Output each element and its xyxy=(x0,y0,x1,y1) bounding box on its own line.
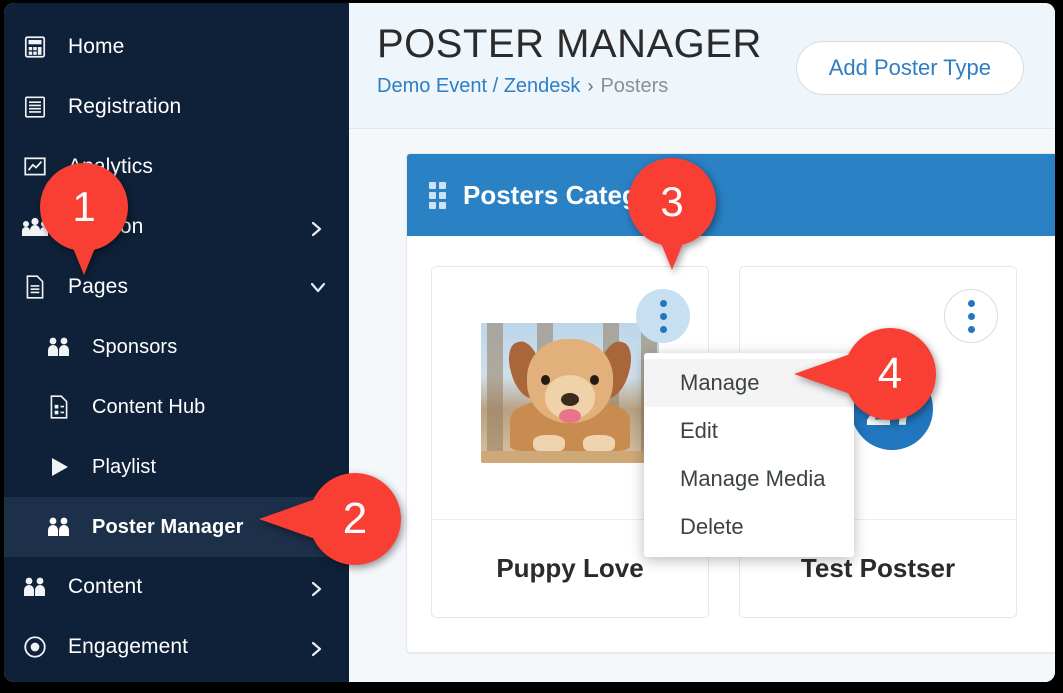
content-doc-icon xyxy=(42,392,76,422)
drag-grip-icon[interactable] xyxy=(429,182,447,209)
play-triangle-icon xyxy=(42,452,76,482)
callout-number: 3 xyxy=(660,178,684,225)
target-circle-icon xyxy=(18,632,52,662)
two-people-icon xyxy=(42,332,76,362)
sidebar-item-label: Content xyxy=(68,575,143,598)
sidebar-item-label: Engagement xyxy=(68,635,189,658)
breadcrumb-current: Posters xyxy=(600,75,669,97)
chevron-right-icon xyxy=(309,640,323,657)
sidebar-item-registration[interactable]: Registration xyxy=(4,77,349,137)
menu-item-manage-media[interactable]: Manage Media xyxy=(644,455,854,503)
sidebar-item-label: Home xyxy=(68,35,125,58)
chevron-right-icon xyxy=(309,220,323,237)
sidebar-item-label: Playlist xyxy=(92,455,157,478)
callout-pin-2: 2 xyxy=(259,473,401,565)
puppy-photo xyxy=(481,323,659,463)
page-header: POSTER MANAGER Demo Event / Zendesk › Post… xyxy=(349,3,1055,129)
kebab-menu-icon[interactable] xyxy=(944,289,998,343)
callout-pin-1: 1 xyxy=(40,163,128,275)
menu-item-delete[interactable]: Delete xyxy=(644,503,854,551)
sidebar-item-content-hub[interactable]: Content Hub xyxy=(4,377,349,437)
breadcrumb-separator-icon: › xyxy=(587,76,594,96)
poster-card-title: Test Postser xyxy=(800,553,956,583)
sidebar-item-label: Registration xyxy=(68,95,182,118)
kebab-menu-icon[interactable] xyxy=(636,289,690,343)
form-list-icon xyxy=(18,92,52,122)
document-icon xyxy=(18,272,52,302)
sidebar-item-label: Sponsors xyxy=(92,335,178,358)
sidebar-navigation: Home Registration Analytics Pages Sponso… xyxy=(4,3,349,682)
callout-pin-4: 4 xyxy=(794,328,936,420)
chevron-down-icon xyxy=(309,280,326,294)
calculator-icon xyxy=(18,32,52,62)
add-poster-type-button[interactable]: Add Poster Type xyxy=(795,41,1024,95)
poster-card-title: Puppy Love xyxy=(496,553,644,583)
callout-number: 1 xyxy=(72,183,96,230)
app-window: Home Registration Analytics Pages Sponso… xyxy=(4,3,1055,682)
main-content-area: POSTER MANAGER Demo Event / Zendesk › Post… xyxy=(349,3,1055,682)
two-people-icon xyxy=(42,512,76,542)
screenshot-frame: Home Registration Analytics Pages Sponso… xyxy=(0,0,1063,693)
callout-pin-3: 3 xyxy=(628,158,716,270)
chevron-right-icon xyxy=(309,580,323,597)
breadcrumb-link-event[interactable]: Demo Event / Zendesk xyxy=(377,75,580,97)
sidebar-item-label: Content Hub xyxy=(92,395,206,418)
sidebar-item-engagement[interactable]: Engagement xyxy=(4,617,349,677)
callout-number: 2 xyxy=(342,494,368,543)
sidebar-item-label: Poster Manager xyxy=(92,515,244,538)
sidebar-item-label: Pages xyxy=(68,275,129,298)
sidebar-item-sponsors[interactable]: Sponsors xyxy=(4,317,349,377)
sidebar-item-content[interactable]: Content xyxy=(4,557,349,617)
sidebar-item-home[interactable]: Home xyxy=(4,17,349,77)
panel-header: Posters Category xyxy=(407,154,1055,236)
two-people-icon xyxy=(18,572,52,602)
callout-number: 4 xyxy=(877,349,903,398)
